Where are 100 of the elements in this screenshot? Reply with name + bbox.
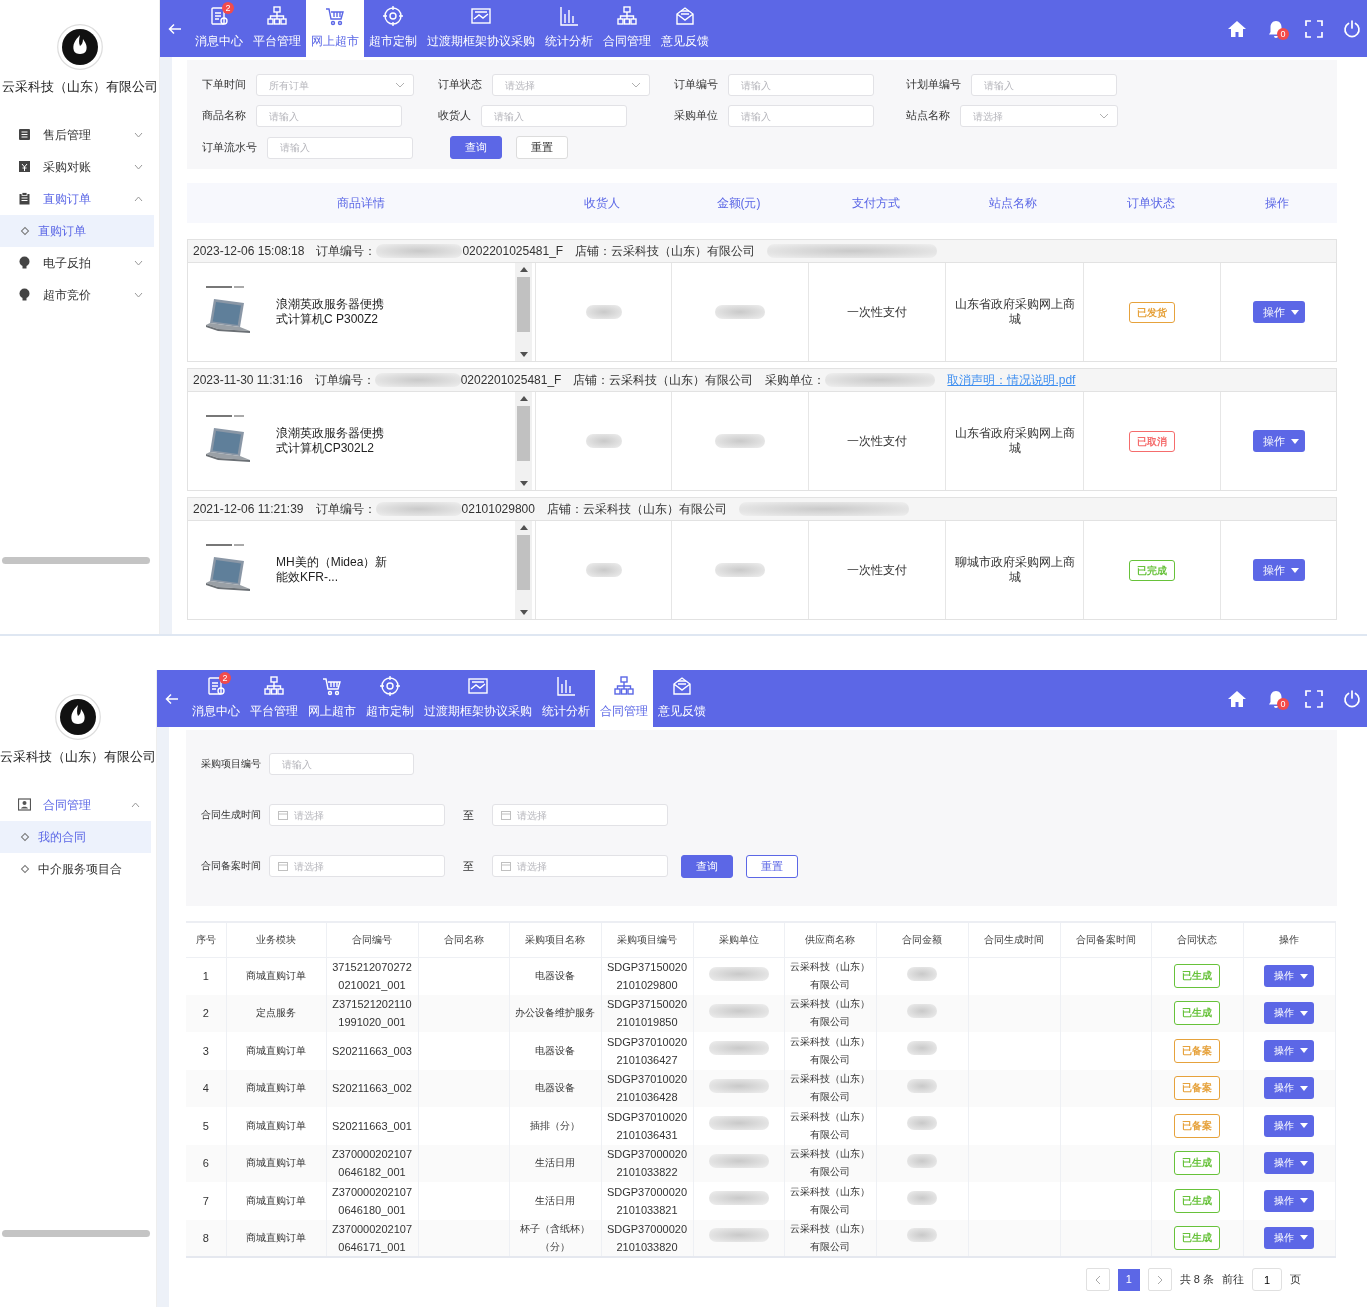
column-header: 供应商名称 (784, 922, 876, 957)
text-field[interactable]: 请输入 (269, 753, 414, 775)
chevron-icon (134, 195, 143, 202)
column-header: 合同生成时间 (968, 922, 1060, 957)
contract-number: S20211663_001 (332, 1119, 412, 1132)
search-button[interactable]: 查询 (450, 136, 502, 159)
nav-tab[interactable]: 网上超市 (303, 670, 361, 727)
action-dropdown-button[interactable]: 操作 (1264, 1189, 1314, 1212)
blurred-text (907, 1003, 937, 1018)
column-header: 合同备案时间 (1060, 922, 1151, 957)
caret-icon (1290, 309, 1299, 315)
action-dropdown-button[interactable]: 操作 (1264, 1039, 1314, 1062)
nav-tab[interactable]: 网上超市 (306, 0, 364, 57)
action-dropdown-button[interactable]: 操作 (1264, 1002, 1314, 1025)
action-dropdown-button[interactable]: 操作 (1252, 429, 1305, 453)
submenu-item[interactable]: 中介服务项目合 (0, 852, 151, 885)
nav-tab[interactable]: 超市定制 (361, 670, 419, 727)
logo-icon (55, 694, 101, 740)
table-cell: 商城直购订单 (246, 1157, 306, 1169)
menu-item[interactable]: 直购订单 (0, 182, 159, 215)
text-field[interactable]: 请输入 (971, 74, 1117, 96)
nav-tab[interactable]: 合同管理 (598, 0, 656, 57)
page-button[interactable]: 1 (1117, 1268, 1140, 1291)
nav-tab[interactable]: 平台管理 (248, 0, 306, 57)
nav-tab[interactable]: 意见反馈 (656, 0, 714, 57)
blurred-text (708, 1153, 769, 1168)
nav-tab[interactable]: 2 消息中心 (187, 670, 245, 727)
menu-item[interactable]: 售后管理 (0, 118, 159, 151)
reset-button[interactable]: 重置 (746, 854, 798, 878)
row-number: 7 (202, 1194, 209, 1207)
action-dropdown-button[interactable]: 操作 (1264, 1077, 1314, 1100)
text-field[interactable]: 请输入 (728, 74, 874, 96)
nav-tab[interactable]: 平台管理 (245, 670, 303, 727)
contract-number: S20211663_003 (332, 1044, 412, 1057)
order-time: 2021-12-06 11:21:39 (193, 501, 304, 518)
action-dropdown-button[interactable]: 操作 (1264, 1114, 1314, 1137)
action-dropdown-button[interactable]: 操作 (1264, 1152, 1314, 1175)
caret-icon (1290, 438, 1299, 444)
supplier-name: 云采科技（山东）有限公司 (790, 961, 870, 990)
fullscreen-button[interactable] (1305, 689, 1323, 708)
menu-item[interactable]: 超市竞价 (0, 278, 159, 311)
text-field[interactable]: 请输入 (267, 136, 413, 159)
action-dropdown-button[interactable]: 操作 (1264, 965, 1314, 987)
power-button[interactable] (1343, 689, 1361, 708)
page-input[interactable]: 1 (1252, 1268, 1282, 1291)
attachment-link[interactable]: 取消声明：情况说明.pdf (947, 371, 1076, 389)
home-button[interactable] (1227, 689, 1247, 708)
home-button[interactable] (1227, 19, 1247, 38)
action-dropdown-button[interactable]: 操作 (1252, 300, 1305, 324)
company-name: 云采科技（山东）有限公司 (0, 749, 156, 766)
range-separator: 至 (463, 858, 474, 874)
horizontal-scrollbar[interactable] (2, 1230, 150, 1237)
vertical-scrollbar[interactable] (515, 521, 532, 619)
horizontal-scrollbar[interactable] (2, 557, 150, 564)
picture-icon (468, 676, 488, 696)
calendar-icon (501, 810, 511, 820)
text-field[interactable]: 请输入 (728, 105, 874, 127)
notification-button[interactable]: 0 (1267, 19, 1285, 38)
bulb-icon (18, 288, 31, 302)
nav-tab[interactable]: 过渡期框架协议采购 (422, 0, 540, 57)
row-number: 1 (202, 970, 209, 982)
nav-tab[interactable]: 统计分析 (540, 0, 598, 57)
field-label: 订单编号： (314, 372, 375, 389)
blurred-text (715, 305, 765, 319)
blurred-text (907, 1078, 937, 1093)
fullscreen-button[interactable] (1305, 19, 1323, 38)
nav-tab[interactable]: 超市定制 (364, 0, 422, 57)
action-dropdown-button[interactable]: 操作 (1252, 558, 1305, 582)
blurred-text (708, 1191, 769, 1206)
vertical-scrollbar[interactable] (515, 263, 532, 361)
nav-tab[interactable]: 意见反馈 (653, 670, 711, 727)
shop-name: 店铺：云采科技（山东）有限公司 (573, 372, 754, 389)
status-tag: 已发货 (1129, 301, 1175, 323)
power-button[interactable] (1343, 19, 1361, 38)
nav-tab[interactable]: 合同管理 (595, 670, 653, 727)
reset-button[interactable]: 重置 (516, 136, 568, 159)
blurred-text (715, 563, 765, 577)
payment-method: 一次性支付 (847, 433, 907, 450)
text-field[interactable]: 请输入 (256, 105, 402, 127)
cart-icon (322, 676, 342, 696)
search-button[interactable]: 查询 (681, 854, 733, 878)
column-header: 合同名称 (418, 922, 509, 957)
submenu-item[interactable]: 我的合同 (0, 820, 151, 853)
nav-tab[interactable]: 2 消息中心 (190, 0, 248, 57)
menu-item[interactable]: 采购对账 (0, 150, 159, 183)
menu-item[interactable]: 电子反拍 (0, 246, 159, 279)
vertical-scrollbar[interactable] (515, 392, 532, 490)
submenu-item[interactable]: 直购订单 (0, 214, 154, 247)
notification-button[interactable]: 0 (1267, 689, 1285, 708)
text-field[interactable]: 请输入 (481, 105, 627, 127)
status-tag: 已取消 (1129, 430, 1175, 452)
document-icon (206, 676, 226, 696)
caret-icon (1300, 1235, 1308, 1241)
nav-tab[interactable]: 统计分析 (537, 670, 595, 727)
action-dropdown-button[interactable]: 操作 (1264, 1226, 1314, 1249)
table-cell: 商城直购订单 (246, 970, 306, 981)
nav-tab[interactable]: 过渡期框架协议采购 (419, 670, 537, 727)
fullscreen-icon (1305, 19, 1323, 38)
menu-item[interactable]: 合同管理 (0, 788, 156, 821)
column-header: 支付方式 (850, 195, 901, 212)
